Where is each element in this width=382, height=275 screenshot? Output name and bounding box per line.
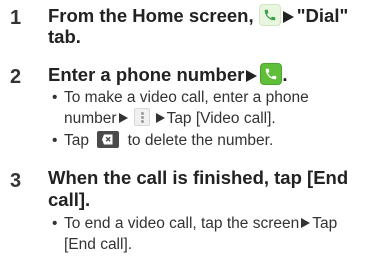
triangle-arrow-icon	[246, 70, 258, 82]
step-2-bullet-1-line2: number Tap [Video call].	[64, 108, 276, 129]
step-2-heading: Enter a phone number.	[48, 63, 287, 86]
step-2-bullet-1-line2-prefix: number	[64, 110, 117, 127]
step-2-heading-prefix: Enter a phone number	[48, 64, 245, 85]
step-3-heading-line2: call].	[48, 189, 91, 210]
step-1-heading-prefix: From the Home screen,	[48, 5, 259, 26]
step-1-heading-suffix: "Dial"	[296, 5, 349, 26]
triangle-arrow-icon	[155, 113, 165, 123]
step-3-number: 3	[10, 170, 22, 192]
phone-dialer-icon	[258, 4, 281, 26]
step-2-bullet-1-line1: To make a video call, enter a phone	[64, 89, 309, 106]
call-phone-icon	[260, 63, 283, 85]
step-2-heading-suffix: .	[282, 64, 288, 85]
step-1-heading: From the Home screen, "Dial"	[48, 4, 348, 27]
step-2-bullet-2-suffix: to delete the number.	[127, 132, 274, 149]
triangle-arrow-icon	[282, 11, 294, 23]
triangle-arrow-icon	[301, 218, 311, 228]
bullet-dot: •	[52, 89, 58, 106]
step-3-bullet-1-line1-suffix: Tap	[312, 215, 338, 232]
bullet-dot: •	[52, 132, 58, 149]
step-1-heading-line2: tab.	[48, 26, 81, 47]
bullet-dot: •	[52, 215, 58, 232]
step-3-bullet-1-line2: [End call].	[64, 236, 133, 253]
backspace-delete-icon	[97, 131, 120, 148]
menu-dots-icon	[133, 108, 150, 126]
step-3-heading-line1: When the call is finished, tap [End	[48, 167, 349, 188]
step-2-number: 2	[10, 66, 22, 88]
step-1-number: 1	[10, 7, 22, 29]
step-2-bullet-1-line2-suffix: Tap [Video call].	[166, 110, 276, 127]
step-2-bullet-2-prefix: Tap	[64, 132, 89, 149]
step-3-bullet-1-line1: To end a video call, tap the screen Tap	[64, 213, 337, 234]
step-2-bullet-2: Tap to delete the number.	[64, 130, 273, 151]
step-3-bullet-1-line1-prefix: To end a video call, tap the screen	[64, 215, 300, 232]
triangle-arrow-icon	[118, 113, 128, 123]
